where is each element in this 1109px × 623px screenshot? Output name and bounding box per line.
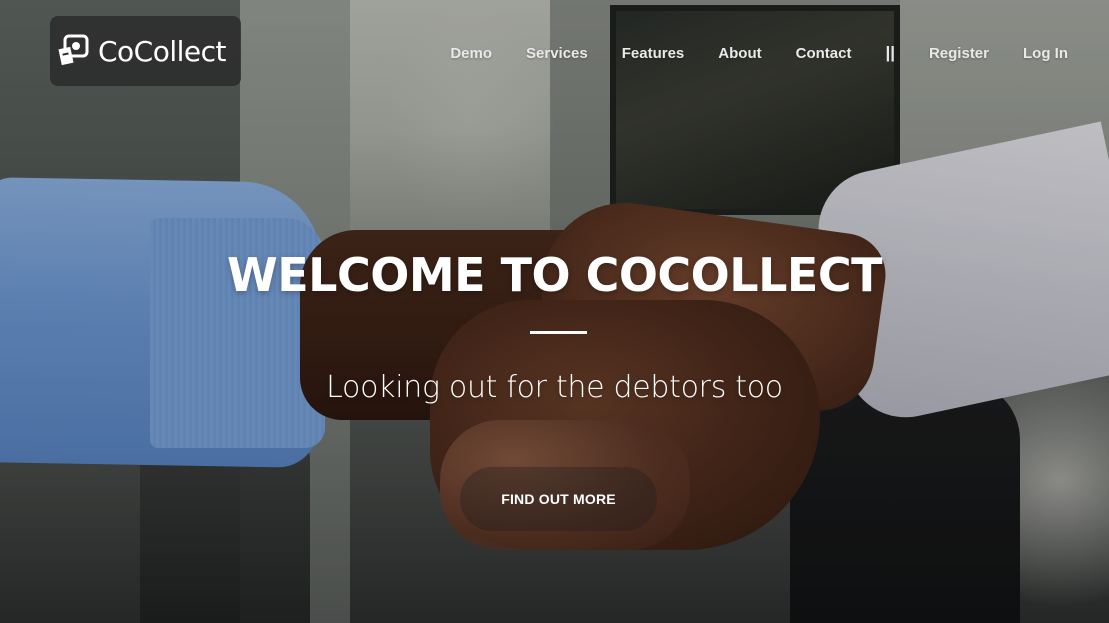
nav-login[interactable]: Log In bbox=[1023, 45, 1068, 62]
hero-title: WELCOME TO COCOLLECT bbox=[227, 248, 882, 302]
cocollect-logo-icon bbox=[56, 34, 90, 68]
hero-subtitle: Looking out for the debtors too bbox=[326, 370, 783, 405]
find-out-more-button[interactable]: FIND OUT MORE bbox=[460, 467, 657, 531]
brand-link[interactable]: CoCollect bbox=[50, 16, 241, 86]
hero-divider bbox=[530, 331, 587, 334]
nav-demo[interactable]: Demo bbox=[450, 45, 492, 62]
nav-services[interactable]: Services bbox=[526, 45, 588, 62]
nav-about[interactable]: About bbox=[718, 45, 761, 62]
brand-name: CoCollect bbox=[98, 34, 227, 68]
nav-register[interactable]: Register bbox=[929, 45, 989, 62]
nav-contact[interactable]: Contact bbox=[796, 45, 852, 62]
main-nav: Demo Services Features About Contact || … bbox=[450, 40, 1068, 66]
nav-features[interactable]: Features bbox=[622, 45, 685, 62]
nav-separator: || bbox=[885, 43, 895, 62]
